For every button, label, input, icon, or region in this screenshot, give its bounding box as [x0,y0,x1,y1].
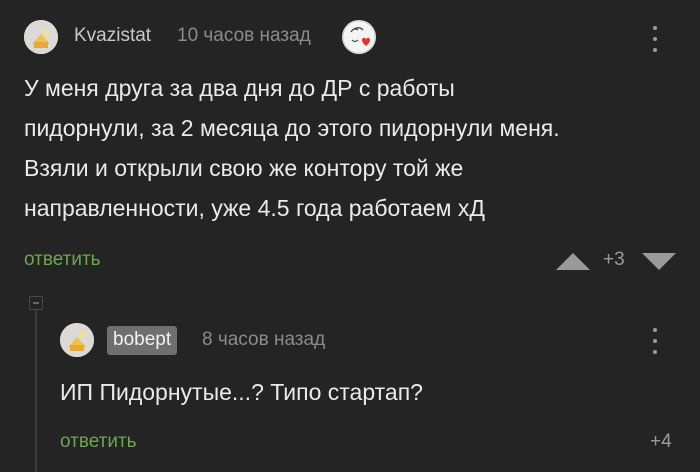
username[interactable]: bobept [107,326,178,355]
rating-count: +3 [603,249,625,270]
reply-button[interactable]: ответить [60,431,137,453]
timestamp: 10 часов назад [177,25,311,46]
avatar[interactable] [24,20,58,54]
username[interactable]: Kvazistat [74,25,151,47]
thread-line[interactable] [35,296,37,472]
collapse-thread-toggle[interactable] [29,296,43,310]
reply-button[interactable]: ответить [24,249,101,271]
avatar-image [24,20,58,54]
rating-count: +4 [650,431,672,452]
avatar[interactable] [60,323,94,357]
comment-text: ИП Пидорнутые...? Типо стартап? [60,379,423,405]
avatar-image [60,323,94,357]
more-options-icon[interactable] [650,328,660,354]
downvote-icon[interactable] [642,250,676,272]
heart-sticker-icon [342,20,376,54]
comment-text: У меня друга за два дня до ДР с работы п… [24,75,560,221]
timestamp: 8 часов назад [202,329,326,350]
more-options-icon[interactable] [650,26,660,52]
upvote-icon[interactable] [556,250,590,272]
